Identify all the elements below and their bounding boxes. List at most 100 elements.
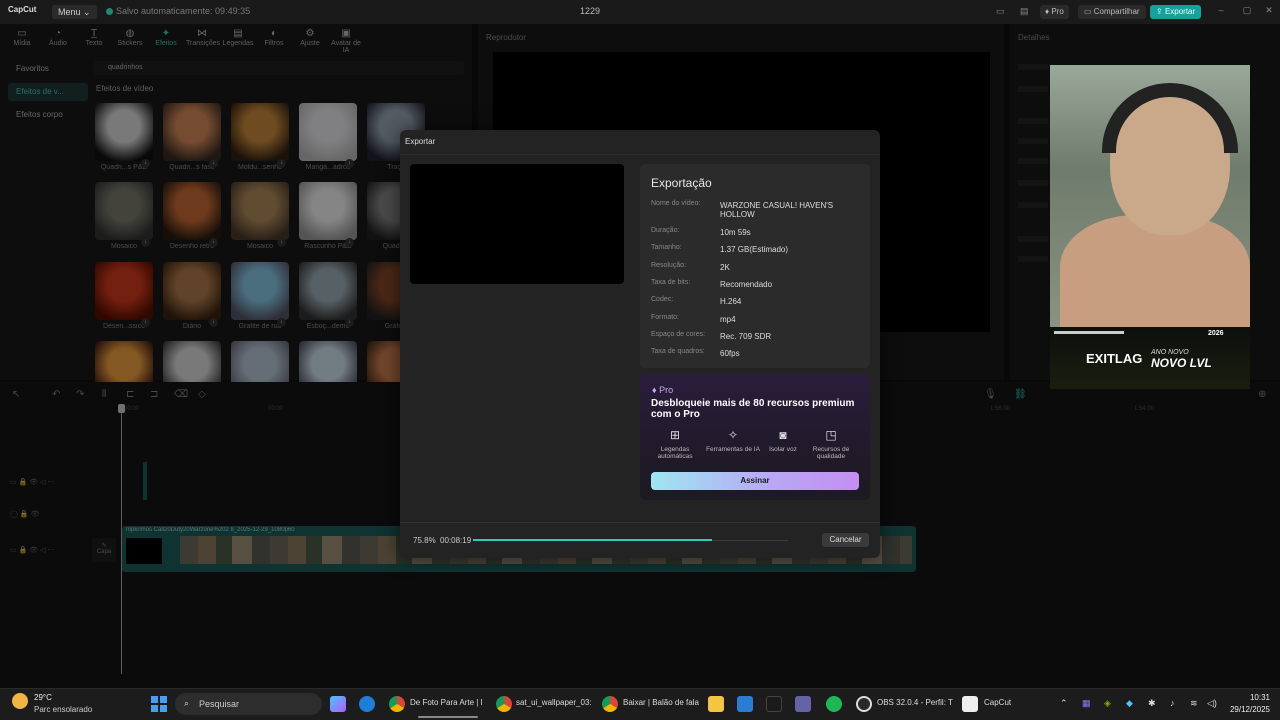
edge-icon[interactable] [359,696,375,712]
cancel-button[interactable]: Cancelar [822,533,869,547]
weather-icon[interactable] [12,693,28,709]
bluetooth-icon[interactable]: ✱ [1148,698,1156,709]
subscribe-button[interactable]: Assinar [651,472,859,490]
pro-button[interactable]: ♦ Pro [1040,5,1069,19]
export-info-key: Codec: [651,296,674,303]
banner-bar [1054,331,1124,334]
pro-feature: ✧ Ferramentas de IA [705,428,761,453]
chrome-icon[interactable] [389,696,405,712]
export-info-key: Duração: [651,227,680,234]
app-logo: CapCut [8,5,37,14]
progress-percent: 75.8% [413,536,436,545]
menu-label: Menu [58,7,81,17]
pro-feature-label: Ferramentas de IA [706,446,760,453]
pro-badge: ♦ Pro [652,385,673,395]
export-info-key: Tamanho: [651,244,682,251]
taskbar-app-label[interactable]: Baixar | Balão de fala [623,698,699,707]
export-info-value[interactable]: WARZONE CASUAL! HAVEN'S HOLLOW [720,201,860,219]
export-info-key: Taxa de bits: [651,279,691,286]
export-info-value: 1.37 GB(Estimado) [720,245,789,254]
export-info-value: mp4 [720,315,736,324]
export-info-value: 2K [720,263,730,272]
captions-icon: ⊞ [669,428,681,442]
microphone-icon[interactable]: ♪ [1170,698,1175,708]
progress-fill [473,539,712,541]
nvidia-icon[interactable]: ◈ [1104,698,1111,709]
taskbar-search[interactable]: Pesquisar [175,693,322,715]
export-info-value: H.264 [720,297,742,306]
mail-icon[interactable] [737,696,753,712]
autosave-icon [106,8,113,16]
elapsed-time: 00:08:19 [440,536,472,545]
webcam-overlay [1050,65,1250,389]
volume-icon[interactable]: ◁) [1207,698,1217,709]
pro-feature-label: Isolar voz [769,446,797,453]
app-tray-icon[interactable]: ▦ [1082,698,1091,709]
export-info-title: Exportação [651,176,712,190]
store-icon[interactable] [766,696,782,712]
autosave-text: Salvo automaticamente: 09:49:35 [116,6,251,16]
divider [400,522,880,523]
share-button[interactable]: ▭ Compartilhar [1078,5,1146,19]
clock-date[interactable]: 29/12/2025 [1222,705,1270,714]
export-info-key: Nome do vídeo: [651,200,701,207]
pro-badge-label: Pro [659,385,674,395]
share-label: Compartilhar [1093,7,1140,16]
pro-heading: Desbloqueie mais de 80 recursos premium … [651,398,855,420]
autosave-status: Salvo automaticamente: 09:49:35 [106,6,250,16]
settings-icon[interactable]: ▤ [1020,6,1029,17]
chrome-icon[interactable] [496,696,512,712]
export-info-key: Formato: [651,314,680,321]
tray-app-icon[interactable]: ◆ [1126,698,1133,709]
taskbar-app-label[interactable]: De Foto Para Arte | I [410,698,483,707]
pro-feature-label: Recursos de qualidade [812,446,850,460]
export-preview [410,164,624,284]
banner-year: 2026 [1208,330,1224,337]
export-button[interactable]: ⇪ Exportar [1150,5,1202,19]
chrome-icon[interactable] [602,696,618,712]
folder-icon[interactable] [708,696,724,712]
webcam-person-body [1060,215,1250,345]
active-app-indicator [418,716,478,718]
quality-icon: ◳ [825,428,837,442]
export-info-key: Taxa de quadros: [651,348,705,355]
pro-feature: ◳ Recursos de qualidade [803,428,859,460]
weather-temp[interactable]: 29°C [34,693,52,702]
spotify-icon[interactable] [826,696,842,712]
export-info-value: 10m 59s [720,228,751,237]
menu-button[interactable]: Menu ⌄ [52,5,97,19]
taskbar-app-label[interactable]: sat_ui_wallpaper_03: [516,698,592,707]
export-info-value: Rec. 709 SDR [720,332,772,341]
windows-start-icon[interactable] [151,696,167,712]
export-info-key: Espaço de cores: [651,331,706,338]
clock-time[interactable]: 10:31 [1238,693,1270,702]
banner-text: ANO NOVO [1151,349,1189,356]
pro-feature-label: Legendas automáticas [657,446,693,460]
capcut-icon[interactable] [962,696,978,712]
taskbar-app-label[interactable]: OBS 32.0.4 - Perfil: T [877,698,953,707]
chevron-up-icon[interactable]: ⌃ [1060,698,1068,709]
dialog-title: Exportar [405,137,436,146]
wifi-icon[interactable]: ≋ [1190,698,1198,709]
export-label: Exportar [1164,7,1196,16]
layout-icon[interactable]: ▭ [996,6,1005,17]
export-info-key: Resolução: [651,262,687,269]
banner-text: NOVO LVL [1151,356,1212,370]
pro-label: Pro [1051,7,1064,16]
taskbar-app-label[interactable]: CapCut [984,698,1011,707]
obs-icon[interactable] [856,696,872,712]
search-icon: ⌕ [184,698,190,708]
pro-feature: ⊞ Legendas automáticas [647,428,703,460]
minimize-icon[interactable]: – [1214,5,1228,15]
copilot-icon[interactable] [330,696,346,712]
exitlag-logo: EXITLAG [1086,351,1143,366]
close-icon[interactable]: ✕ [1262,5,1276,16]
export-info-value: Recomendado [720,280,773,289]
divider [400,154,880,155]
maximize-icon[interactable]: ▢ [1240,5,1254,16]
project-title: 1229 [579,6,601,16]
weather-description[interactable]: Parc ensolarado [34,705,92,714]
magic-wand-icon: ✧ [727,428,739,442]
teams-icon[interactable] [795,696,811,712]
export-info-value: 60fps [720,349,740,358]
